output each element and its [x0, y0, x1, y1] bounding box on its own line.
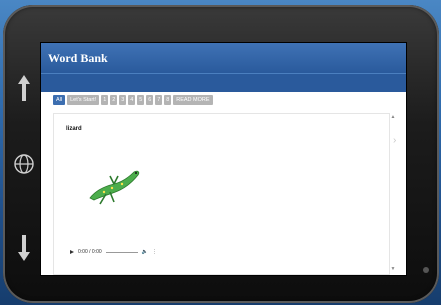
- home-button[interactable]: [423, 267, 429, 273]
- volume-icon[interactable]: 🔈: [142, 249, 148, 255]
- play-icon[interactable]: [70, 250, 74, 254]
- tab-lets-start[interactable]: Let's Start!: [67, 95, 100, 105]
- tab-4[interactable]: 4: [128, 95, 136, 105]
- more-icon[interactable]: ⋮: [152, 249, 157, 255]
- arrow-down-icon[interactable]: [17, 235, 31, 261]
- tab-5[interactable]: 5: [137, 95, 145, 105]
- window-title: Word Bank: [48, 50, 108, 65]
- tab-6[interactable]: 6: [146, 95, 154, 105]
- tab-all[interactable]: All: [53, 95, 66, 105]
- tab-7[interactable]: 7: [155, 95, 163, 105]
- audio-time: 0:00 / 0:00: [78, 249, 102, 255]
- tab-1[interactable]: 1: [101, 95, 109, 105]
- tab-8[interactable]: 8: [164, 95, 172, 105]
- tab-read-more[interactable]: READ MORE: [173, 95, 213, 105]
- title-bar: Word Bank: [41, 43, 406, 73]
- sub-bar: [41, 73, 406, 92]
- scroll-down-icon[interactable]: ▼: [390, 266, 396, 272]
- tab-2[interactable]: 2: [110, 95, 118, 105]
- scroll-up-icon[interactable]: ▲: [390, 114, 396, 120]
- word-card: lizard 0:00 / 0:00 🔈 ⋮: [53, 113, 390, 275]
- globe-icon[interactable]: [13, 153, 35, 175]
- tab-3[interactable]: 3: [119, 95, 127, 105]
- audio-player[interactable]: 0:00 / 0:00 🔈 ⋮: [70, 246, 180, 258]
- lizard-image: [89, 170, 140, 205]
- next-arrow-icon[interactable]: ›: [393, 135, 399, 146]
- app-screen: Word Bank All Let's Start! 1 2 3 4 5 6 7…: [40, 42, 407, 276]
- audio-progress[interactable]: [105, 251, 138, 253]
- arrow-up-icon[interactable]: [17, 75, 31, 101]
- tab-bar: All Let's Start! 1 2 3 4 5 6 7 8 READ MO…: [53, 95, 213, 105]
- word-title: lizard: [66, 126, 82, 132]
